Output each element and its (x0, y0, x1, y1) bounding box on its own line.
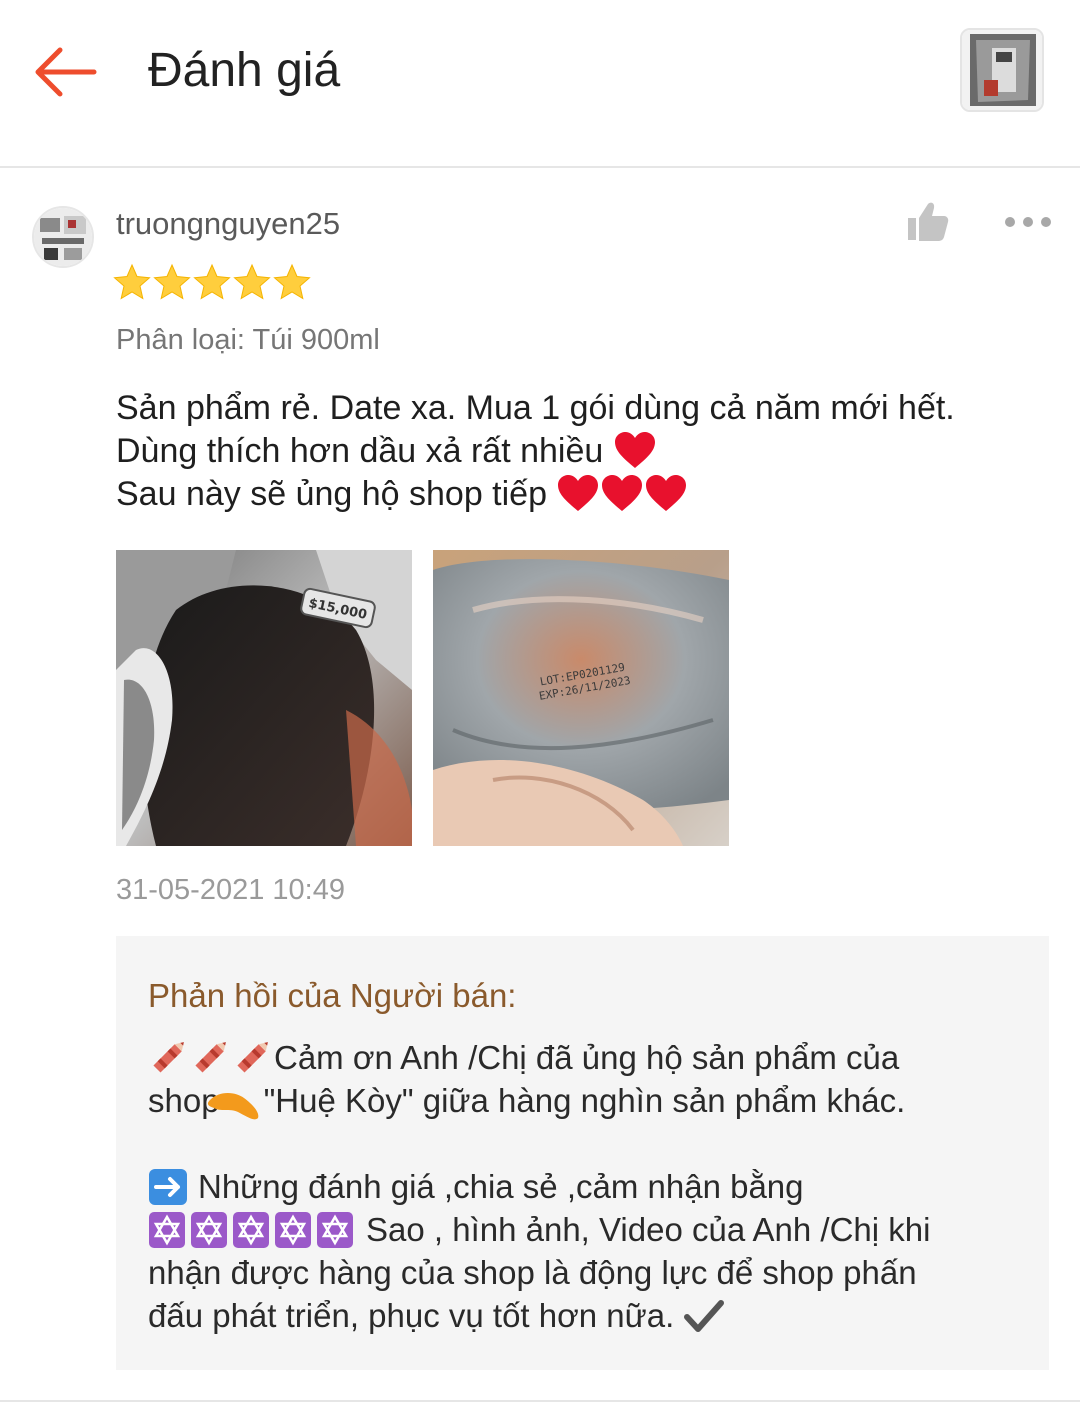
reply-text: đấu phát triển, phục vụ tốt hơn nữa. (148, 1297, 675, 1334)
star-of-david-icon (191, 1212, 227, 1248)
review-comment: Sản phẩm rẻ. Date xa. Mua 1 gói dùng cả … (116, 387, 1056, 516)
reply-text: "Huệ Kòy" giữa hàng nghìn sản phẩm khác. (263, 1082, 906, 1119)
review-timestamp: 31-05-2021 10:49 (116, 874, 345, 906)
comment-line: Sau này sẽ ủng hộ shop tiếp (116, 473, 1056, 516)
crayon-icon (195, 1042, 226, 1073)
reply-line: shop "Huệ Kòy" giữa hàng nghìn sản phẩm k… (148, 1079, 1028, 1122)
heart-icon (558, 475, 599, 511)
star-of-david-icon (233, 1212, 269, 1248)
star-of-david-icon (317, 1212, 353, 1248)
comment-line: Sản phẩm rẻ. Date xa. Mua 1 gói dùng cả … (116, 389, 955, 427)
reply-text: Cảm ơn Anh /Chị đã ủng hộ sản phẩm của (274, 1039, 900, 1076)
reply-line: Sao , hình ảnh, Video của Anh /Chị khi (148, 1208, 1028, 1251)
top-bar: Đánh giá (0, 0, 1080, 168)
heart-icon (614, 432, 655, 468)
avatar[interactable] (32, 206, 94, 268)
star-icon (153, 263, 191, 300)
star-icon (233, 263, 271, 300)
reply-line: nhận được hàng của shop là động lực để s… (148, 1254, 917, 1291)
right-arrow-icon (149, 1169, 187, 1205)
thumbs-up-icon[interactable] (904, 200, 952, 244)
crayon-icon (153, 1042, 184, 1073)
star-icon (113, 263, 151, 300)
star-of-david-icon (275, 1212, 311, 1248)
check-mark-icon (684, 1300, 725, 1332)
seller-reply-body: Cảm ơn Anh /Chị đã ủng hộ sản phẩm của s… (148, 1036, 1028, 1337)
comment-line: Dùng thích hơn dầu xả rất nhiều (116, 430, 1056, 473)
crayon-icon (237, 1042, 268, 1073)
rating-stars (112, 262, 312, 302)
divider (0, 1400, 1080, 1402)
comment-text: Sau này sẽ ủng hộ shop tiếp (116, 475, 547, 513)
reply-text: Sao , hình ảnh, Video của Anh /Chị khi (366, 1211, 931, 1248)
more-dots-icon[interactable] (1000, 208, 1056, 236)
heart-icon (602, 475, 643, 511)
back-arrow-icon[interactable] (30, 40, 100, 104)
review-photo[interactable]: LOT:EP0201129 EXP:26/11/2023 (433, 550, 729, 846)
product-variation: Phân loại: Túi 900ml (116, 324, 380, 356)
reply-line: Những đánh giá ,chia sẻ ,cảm nhận bằng (148, 1165, 1028, 1208)
star-icon (193, 263, 231, 300)
product-thumbnail[interactable] (960, 28, 1044, 112)
reviewer-username[interactable]: truongnguyen25 (116, 204, 340, 244)
reply-line: Cảm ơn Anh /Chị đã ủng hộ sản phẩm của (148, 1036, 1028, 1079)
review-photo[interactable]: $15,000 (116, 550, 412, 846)
comment-text: Dùng thích hơn dầu xả rất nhiều (116, 432, 604, 470)
seller-reply: Phản hồi của Người bán: Cảm ơn Anh /Chị … (116, 936, 1049, 1370)
heart-icon (646, 475, 687, 511)
star-icon (273, 263, 311, 300)
orange-scribble-icon (207, 1093, 258, 1120)
reply-line: đấu phát triển, phục vụ tốt hơn nữa. (148, 1294, 1028, 1337)
seller-reply-title: Phản hồi của Người bán: (148, 977, 517, 1014)
reply-text: Những đánh giá ,chia sẻ ,cảm nhận bằng (198, 1168, 804, 1205)
page-title: Đánh giá (148, 44, 341, 97)
star-of-david-icon (149, 1212, 185, 1248)
